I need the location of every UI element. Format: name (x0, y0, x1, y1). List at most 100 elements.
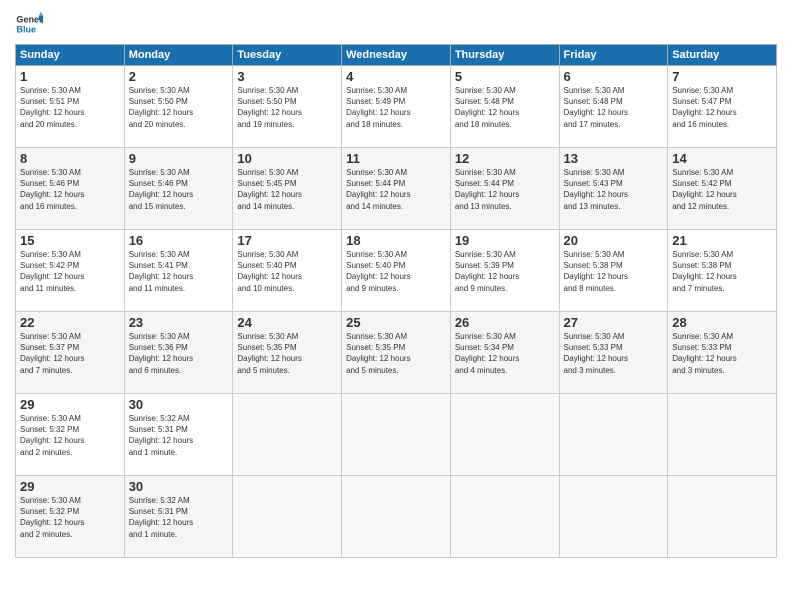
day-number: 28 (672, 315, 772, 330)
day-info: Sunrise: 5:30 AMSunset: 5:49 PMDaylight:… (346, 85, 446, 130)
day-info: Sunrise: 5:30 AMSunset: 5:39 PMDaylight:… (455, 249, 555, 294)
day-number: 1 (20, 69, 120, 84)
calendar-cell-empty (342, 476, 451, 558)
calendar-cell-12: 12Sunrise: 5:30 AMSunset: 5:44 PMDayligh… (450, 148, 559, 230)
calendar-cell-4: 4Sunrise: 5:30 AMSunset: 5:49 PMDaylight… (342, 66, 451, 148)
day-info: Sunrise: 5:30 AMSunset: 5:47 PMDaylight:… (672, 85, 772, 130)
calendar-cell-2: 2Sunrise: 5:30 AMSunset: 5:50 PMDaylight… (124, 66, 233, 148)
calendar-cell-3: 3Sunrise: 5:30 AMSunset: 5:50 PMDaylight… (233, 66, 342, 148)
day-info: Sunrise: 5:30 AMSunset: 5:48 PMDaylight:… (564, 85, 664, 130)
day-info: Sunrise: 5:30 AMSunset: 5:44 PMDaylight:… (346, 167, 446, 212)
calendar-cell-29: 29Sunrise: 5:30 AMSunset: 5:32 PMDayligh… (16, 394, 125, 476)
day-info: Sunrise: 5:30 AMSunset: 5:42 PMDaylight:… (672, 167, 772, 212)
svg-text:Blue: Blue (16, 24, 36, 34)
day-number: 21 (672, 233, 772, 248)
calendar-cell-9: 9Sunrise: 5:30 AMSunset: 5:46 PMDaylight… (124, 148, 233, 230)
day-info: Sunrise: 5:30 AMSunset: 5:46 PMDaylight:… (20, 167, 120, 212)
day-info: Sunrise: 5:30 AMSunset: 5:44 PMDaylight:… (455, 167, 555, 212)
day-info: Sunrise: 5:30 AMSunset: 5:43 PMDaylight:… (564, 167, 664, 212)
col-sunday: Sunday (16, 45, 125, 66)
day-info: Sunrise: 5:30 AMSunset: 5:38 PMDaylight:… (564, 249, 664, 294)
day-info: Sunrise: 5:30 AMSunset: 5:32 PMDaylight:… (20, 495, 120, 540)
day-number: 5 (455, 69, 555, 84)
logo: General Blue (15, 10, 43, 38)
day-info: Sunrise: 5:30 AMSunset: 5:45 PMDaylight:… (237, 167, 337, 212)
calendar-cell-24: 24Sunrise: 5:30 AMSunset: 5:35 PMDayligh… (233, 312, 342, 394)
calendar-cell-13: 13Sunrise: 5:30 AMSunset: 5:43 PMDayligh… (559, 148, 668, 230)
logo-icon: General Blue (15, 10, 43, 38)
day-number: 18 (346, 233, 446, 248)
day-number: 10 (237, 151, 337, 166)
day-number: 3 (237, 69, 337, 84)
day-number: 22 (20, 315, 120, 330)
day-number: 13 (564, 151, 664, 166)
day-info: Sunrise: 5:30 AMSunset: 5:35 PMDaylight:… (237, 331, 337, 376)
day-number: 12 (455, 151, 555, 166)
col-saturday: Saturday (668, 45, 777, 66)
day-number: 25 (346, 315, 446, 330)
calendar-table: Sunday Monday Tuesday Wednesday Thursday… (15, 44, 777, 558)
day-info: Sunrise: 5:30 AMSunset: 5:32 PMDaylight:… (20, 413, 120, 458)
calendar-cell-25: 25Sunrise: 5:30 AMSunset: 5:35 PMDayligh… (342, 312, 451, 394)
day-info: Sunrise: 5:30 AMSunset: 5:50 PMDaylight:… (237, 85, 337, 130)
calendar-cell-empty (559, 476, 668, 558)
day-number: 27 (564, 315, 664, 330)
calendar-cell-14: 14Sunrise: 5:30 AMSunset: 5:42 PMDayligh… (668, 148, 777, 230)
day-number: 8 (20, 151, 120, 166)
day-number: 24 (237, 315, 337, 330)
col-tuesday: Tuesday (233, 45, 342, 66)
day-info: Sunrise: 5:30 AMSunset: 5:40 PMDaylight:… (346, 249, 446, 294)
calendar-cell-empty (668, 476, 777, 558)
calendar-cell-21: 21Sunrise: 5:30 AMSunset: 5:38 PMDayligh… (668, 230, 777, 312)
day-number: 4 (346, 69, 446, 84)
calendar-cell-19: 19Sunrise: 5:30 AMSunset: 5:39 PMDayligh… (450, 230, 559, 312)
day-info: Sunrise: 5:30 AMSunset: 5:41 PMDaylight:… (129, 249, 229, 294)
day-number: 30 (129, 397, 229, 412)
calendar-cell-empty (450, 394, 559, 476)
day-info: Sunrise: 5:30 AMSunset: 5:35 PMDaylight:… (346, 331, 446, 376)
calendar-cell-empty (233, 394, 342, 476)
day-info: Sunrise: 5:30 AMSunset: 5:37 PMDaylight:… (20, 331, 120, 376)
day-number: 2 (129, 69, 229, 84)
day-number: 29 (20, 397, 120, 412)
calendar-cell-empty (450, 476, 559, 558)
day-info: Sunrise: 5:30 AMSunset: 5:34 PMDaylight:… (455, 331, 555, 376)
calendar-header-row: Sunday Monday Tuesday Wednesday Thursday… (16, 45, 777, 66)
calendar-cell-8: 8Sunrise: 5:30 AMSunset: 5:46 PMDaylight… (16, 148, 125, 230)
calendar-cell-23: 23Sunrise: 5:30 AMSunset: 5:36 PMDayligh… (124, 312, 233, 394)
day-number: 29 (20, 479, 120, 494)
day-number: 19 (455, 233, 555, 248)
calendar-cell-30: 30Sunrise: 5:32 AMSunset: 5:31 PMDayligh… (124, 476, 233, 558)
calendar-cell-10: 10Sunrise: 5:30 AMSunset: 5:45 PMDayligh… (233, 148, 342, 230)
col-thursday: Thursday (450, 45, 559, 66)
day-number: 14 (672, 151, 772, 166)
calendar-cell-1: 1Sunrise: 5:30 AMSunset: 5:51 PMDaylight… (16, 66, 125, 148)
day-info: Sunrise: 5:30 AMSunset: 5:51 PMDaylight:… (20, 85, 120, 130)
day-number: 7 (672, 69, 772, 84)
day-number: 9 (129, 151, 229, 166)
calendar-cell-15: 15Sunrise: 5:30 AMSunset: 5:42 PMDayligh… (16, 230, 125, 312)
calendar-cell-11: 11Sunrise: 5:30 AMSunset: 5:44 PMDayligh… (342, 148, 451, 230)
calendar-cell-empty (342, 394, 451, 476)
col-monday: Monday (124, 45, 233, 66)
header: General Blue (15, 10, 777, 38)
day-number: 15 (20, 233, 120, 248)
day-info: Sunrise: 5:30 AMSunset: 5:33 PMDaylight:… (672, 331, 772, 376)
calendar-cell-29: 29Sunrise: 5:30 AMSunset: 5:32 PMDayligh… (16, 476, 125, 558)
calendar-cell-17: 17Sunrise: 5:30 AMSunset: 5:40 PMDayligh… (233, 230, 342, 312)
calendar-cell-26: 26Sunrise: 5:30 AMSunset: 5:34 PMDayligh… (450, 312, 559, 394)
calendar-cell-16: 16Sunrise: 5:30 AMSunset: 5:41 PMDayligh… (124, 230, 233, 312)
calendar-cell-20: 20Sunrise: 5:30 AMSunset: 5:38 PMDayligh… (559, 230, 668, 312)
calendar-cell-22: 22Sunrise: 5:30 AMSunset: 5:37 PMDayligh… (16, 312, 125, 394)
calendar-cell-30: 30Sunrise: 5:32 AMSunset: 5:31 PMDayligh… (124, 394, 233, 476)
day-info: Sunrise: 5:32 AMSunset: 5:31 PMDaylight:… (129, 413, 229, 458)
calendar-cell-7: 7Sunrise: 5:30 AMSunset: 5:47 PMDaylight… (668, 66, 777, 148)
col-wednesday: Wednesday (342, 45, 451, 66)
day-info: Sunrise: 5:30 AMSunset: 5:33 PMDaylight:… (564, 331, 664, 376)
day-info: Sunrise: 5:30 AMSunset: 5:46 PMDaylight:… (129, 167, 229, 212)
col-friday: Friday (559, 45, 668, 66)
calendar-cell-empty (559, 394, 668, 476)
calendar-cell-empty (233, 476, 342, 558)
day-number: 16 (129, 233, 229, 248)
calendar-cell-27: 27Sunrise: 5:30 AMSunset: 5:33 PMDayligh… (559, 312, 668, 394)
